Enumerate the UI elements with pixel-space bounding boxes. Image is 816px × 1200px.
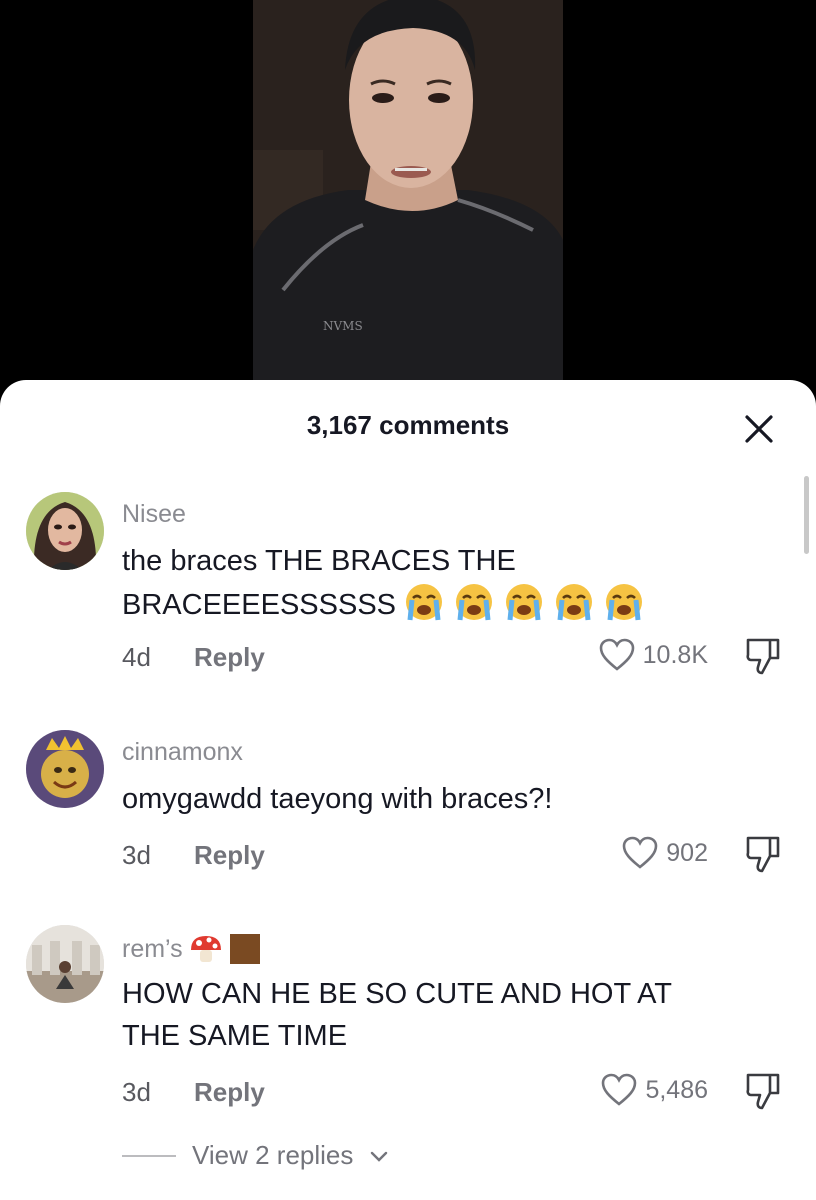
scrollbar[interactable] xyxy=(804,476,809,554)
username[interactable]: cinnamonx xyxy=(122,738,243,767)
close-icon xyxy=(745,415,773,443)
mushroom-emoji-icon xyxy=(190,936,221,962)
thumbs-down-icon xyxy=(746,638,780,675)
comments-sheet: 3,167 comments Nisee the braces THE BRAC… xyxy=(0,380,816,1200)
comment-text-line: BRACEEEESSSSSS xyxy=(122,582,762,626)
chevron-down-icon xyxy=(371,1151,388,1162)
thumbs-down-icon xyxy=(746,1073,780,1110)
comment-text: HOW CAN HE BE SO CUTE AND HOT AT THE SAM… xyxy=(122,973,762,1057)
like-count: 10.8K xyxy=(642,640,708,669)
dislike-button[interactable] xyxy=(744,834,782,879)
svg-text:NVMS: NVMS xyxy=(323,319,363,333)
loudly-crying-face-icon xyxy=(602,582,646,622)
dislike-button[interactable] xyxy=(744,1071,782,1116)
reply-button[interactable]: Reply xyxy=(194,840,265,871)
avatar[interactable] xyxy=(26,492,104,570)
loudly-crying-face-icon xyxy=(502,582,546,622)
comment-age: 3d xyxy=(122,1077,151,1107)
heart-icon xyxy=(599,638,634,671)
reply-button[interactable]: Reply xyxy=(194,1077,265,1108)
comment-text: omygawdd taeyong with braces?! xyxy=(122,778,762,820)
comment-meta: 3d Reply 902 xyxy=(122,836,782,876)
thumbs-down-icon xyxy=(746,836,780,873)
loudly-crying-face-icon xyxy=(402,582,446,622)
comments-count-title: 3,167 comments xyxy=(306,410,510,440)
video-thumbnail: NVMS xyxy=(253,0,563,382)
loudly-crying-face-icon xyxy=(452,582,496,622)
heart-icon xyxy=(602,1073,637,1106)
comment-meta: 3d Reply 5,486 xyxy=(122,1073,782,1113)
avatar[interactable] xyxy=(26,925,104,1003)
loudly-crying-face-icon xyxy=(552,582,596,622)
reply-button[interactable]: Reply xyxy=(194,642,265,673)
comment-text-line: HOW CAN HE BE SO CUTE AND HOT AT xyxy=(122,978,672,1010)
view-replies-button[interactable]: View 2 replies xyxy=(122,1140,389,1171)
like-button[interactable]: 902 xyxy=(622,836,708,870)
comment-text: the braces THE BRACES THE BRACEEEESSSSSS xyxy=(122,540,762,626)
comment-text-line: the braces THE BRACES THE xyxy=(122,545,516,577)
like-button[interactable]: 5,486 xyxy=(601,1073,708,1107)
like-count: 902 xyxy=(666,838,708,867)
divider xyxy=(122,1154,176,1157)
comment-age: 3d xyxy=(122,840,151,870)
comment-age: 4d xyxy=(122,642,151,672)
username[interactable]: Nisee xyxy=(122,500,186,529)
view-replies-label: View 2 replies xyxy=(192,1140,354,1170)
heart-icon xyxy=(622,836,658,869)
dislike-button[interactable] xyxy=(744,636,782,681)
username-label: Nisee xyxy=(122,500,186,528)
comment-text-line: THE SAME TIME xyxy=(122,1020,348,1052)
username-label: rem’s xyxy=(122,934,183,963)
like-count: 5,486 xyxy=(645,1075,708,1104)
username-label: cinnamonx xyxy=(122,738,243,766)
avatar[interactable] xyxy=(26,730,104,808)
comment-meta: 4d Reply 10.8K xyxy=(122,638,782,678)
comment-text-segment: BRACEEEESSSSSS xyxy=(122,589,396,621)
close-button[interactable] xyxy=(736,406,782,452)
like-button[interactable]: 10.8K xyxy=(599,638,708,672)
comment-text-line: omygawdd taeyong with braces?! xyxy=(122,783,553,815)
brown-square-emoji-icon xyxy=(229,934,260,964)
username[interactable]: rem’s xyxy=(122,933,261,965)
video-player[interactable]: NVMS xyxy=(0,0,816,400)
